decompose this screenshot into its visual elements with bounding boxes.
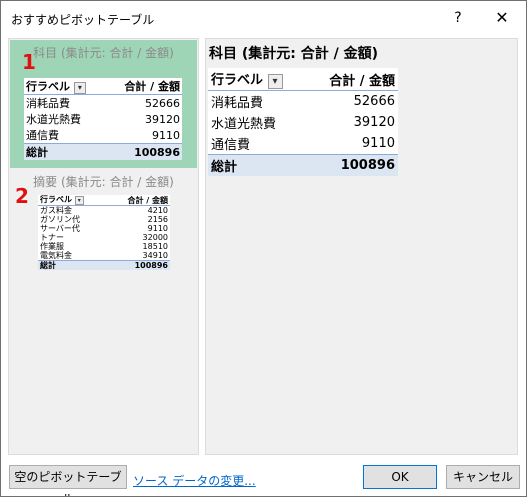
table-row: 電気料金 34910 <box>38 251 170 261</box>
recommendation-card-1[interactable]: 科目 (集計元: 合計 / 金額) 1 行ラベル ▾ 合計 / 金額 消耗品費 5… <box>10 40 197 168</box>
close-icon[interactable]: ✕ <box>491 7 513 29</box>
preview-title: 科目 (集計元: 合計 / 金額) <box>209 46 379 62</box>
row-label: サーバー代 <box>40 224 80 233</box>
pivot-thumbnail-1: 行ラベル ▾ 合計 / 金額 消耗品費 52666 水道光熱費 39120 通信費 9… <box>24 78 182 160</box>
table-row: トナー 32000 <box>38 233 170 242</box>
table-header-row: 行ラベル ▾ 合計 / 金額 <box>24 78 182 95</box>
ok-button[interactable]: OK <box>363 465 437 489</box>
recommendation-caption: 科目 (集計元: 合計 / 金額) <box>33 46 174 60</box>
sum-header: 合計 / 金額 <box>106 195 170 206</box>
row-label: 作業服 <box>40 242 64 251</box>
recommendation-list[interactable]: 科目 (集計元: 合計 / 金額) 1 行ラベル ▾ 合計 / 金額 消耗品費 5… <box>8 38 199 455</box>
row-value: 4210 <box>147 206 168 215</box>
window-title: おすすめピボットテーブル <box>11 13 155 27</box>
filter-dropdown-icon: ▾ <box>267 74 283 89</box>
table-row: 通信費 9110 <box>208 133 398 155</box>
total-row: 総計 100896 <box>24 143 182 160</box>
total-row: 総計 100896 <box>38 260 170 270</box>
recommended-pivot-dialog: おすすめピボットテーブル ? ✕ 科目 (集計元: 合計 / 金額) 1 行ラベ… <box>0 0 527 497</box>
table-row: ガソリン代 2156 <box>38 215 170 224</box>
row-label: 通信費 <box>211 138 251 153</box>
table-row: 水道光熱費 39120 <box>24 111 182 127</box>
total-row: 総計 100896 <box>208 154 398 176</box>
table-row: サーバー代 9110 <box>38 224 170 233</box>
total-value: 100896 <box>106 260 170 270</box>
row-value: 52666 <box>353 94 395 109</box>
row-value: 52666 <box>145 96 180 110</box>
table-header-row: 行ラベル ▾ 合計 / 金額 <box>208 68 398 91</box>
total-label: 総計 <box>208 154 307 176</box>
table-row: 消耗品費 52666 <box>24 95 182 112</box>
blank-pivot-button[interactable]: 空のピボットテーブル <box>9 465 127 496</box>
title-bar: おすすめピボットテーブル ? ✕ <box>1 1 526 35</box>
recommendation-caption: 摘要 (集計元: 合計 / 金額) <box>33 175 174 189</box>
row-label-header-text: 行ラベル <box>40 195 72 204</box>
pivot-thumbnail-2: 行ラベル ▾ 合計 / 金額 ガス料金 4210 ガソリン代 2156 サーバー代 9… <box>38 195 170 270</box>
row-value: 9110 <box>361 136 395 151</box>
cancel-button[interactable]: キャンセル <box>446 465 520 489</box>
pivot-preview-table: 行ラベル ▾ 合計 / 金額 消耗品費 52666 水道光熱費 39120 通信費 9… <box>208 68 398 176</box>
row-label: 消耗品費 <box>26 97 70 110</box>
table-row: 通信費 9110 <box>24 127 182 144</box>
help-icon[interactable]: ? <box>447 7 469 29</box>
table-row: ガス料金 4210 <box>38 206 170 216</box>
change-source-link[interactable]: ソース データの変更... <box>133 472 256 489</box>
row-label: 電気料金 <box>40 251 72 260</box>
filter-dropdown-icon: ▾ <box>73 82 86 94</box>
row-label-header: 行ラベル ▾ <box>38 195 107 206</box>
row-value: 18510 <box>142 242 168 251</box>
row-label: ガス料金 <box>40 206 72 215</box>
number-marker-1: 1 <box>22 50 36 74</box>
table-row: 作業服 18510 <box>38 242 170 251</box>
row-label-header: 行ラベル ▾ <box>208 68 307 91</box>
row-value: 39120 <box>353 115 395 130</box>
total-label: 総計 <box>38 260 107 270</box>
row-label-header-text: 行ラベル <box>211 73 264 88</box>
row-value: 34910 <box>142 251 168 260</box>
row-value: 2156 <box>147 215 168 224</box>
table-row: 消耗品費 52666 <box>208 91 398 113</box>
sum-header: 合計 / 金額 <box>105 78 182 95</box>
row-label: 消耗品費 <box>211 96 264 111</box>
total-label: 総計 <box>24 143 106 160</box>
row-value: 9110 <box>147 224 168 233</box>
row-label: 水道光熱費 <box>211 117 277 132</box>
number-marker-2: 2 <box>15 184 29 208</box>
row-label: 水道光熱費 <box>26 113 81 126</box>
sum-header: 合計 / 金額 <box>306 68 398 91</box>
recommendation-card-2[interactable]: 摘要 (集計元: 合計 / 金額) 2 行ラベル ▾ 合計 / 金額 ガス料金 4… <box>10 171 197 301</box>
filter-dropdown-icon: ▾ <box>74 196 84 205</box>
total-value: 100896 <box>105 143 182 160</box>
row-label: ガソリン代 <box>40 215 80 224</box>
row-label-header-text: 行ラベル <box>26 80 70 93</box>
preview-pane: 科目 (集計元: 合計 / 金額) 行ラベル ▾ 合計 / 金額 消耗品費 526… <box>205 38 518 455</box>
table-header-row: 行ラベル ▾ 合計 / 金額 <box>38 195 170 206</box>
table-row: 水道光熱費 39120 <box>208 112 398 133</box>
row-value: 32000 <box>142 233 168 242</box>
total-value: 100896 <box>306 154 398 176</box>
row-label: 通信費 <box>26 129 59 142</box>
row-value: 9110 <box>152 128 180 142</box>
row-value: 39120 <box>145 112 180 126</box>
row-label-header: 行ラベル ▾ <box>24 78 106 95</box>
row-label: トナー <box>40 233 64 242</box>
